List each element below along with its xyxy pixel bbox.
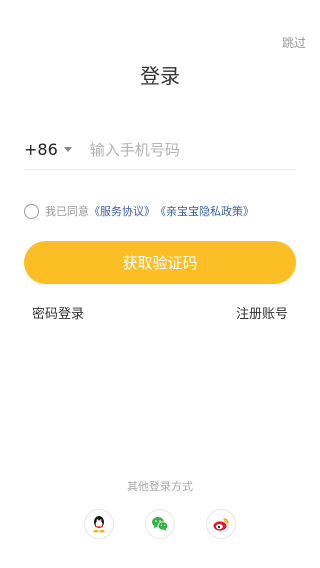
country-code: +86 — [24, 140, 58, 159]
qq-login-button[interactable] — [84, 509, 114, 539]
page-title: 登录 — [140, 64, 180, 88]
service-agreement-link[interactable]: 《服务协议》 — [89, 203, 155, 219]
get-code-button[interactable]: 获取验证码 — [24, 241, 296, 284]
wechat-icon — [152, 517, 169, 531]
agreement-text: 我已同意 — [45, 205, 89, 218]
wechat-login-button[interactable] — [145, 509, 175, 539]
phone-input[interactable] — [89, 140, 296, 159]
agree-radio[interactable] — [24, 203, 39, 219]
weibo-login-button[interactable] — [206, 509, 236, 539]
privacy-policy-link[interactable]: 《亲宝宝隐私政策》 — [155, 203, 254, 219]
register-link[interactable]: 注册账号 — [236, 303, 288, 322]
agreement-row: 我已同意 《服务协议》 《亲宝宝隐私政策》 — [24, 203, 254, 219]
weibo-icon — [213, 518, 229, 531]
password-login-link[interactable]: 密码登录 — [32, 303, 84, 322]
phone-row: +86 — [24, 130, 296, 170]
skip-button[interactable]: 跳过 — [282, 34, 306, 51]
country-code-selector[interactable]: +86 — [24, 140, 72, 159]
qq-icon — [93, 516, 105, 533]
caret-down-icon — [63, 147, 72, 152]
other-login-label: 其他登录方式 — [127, 480, 193, 493]
